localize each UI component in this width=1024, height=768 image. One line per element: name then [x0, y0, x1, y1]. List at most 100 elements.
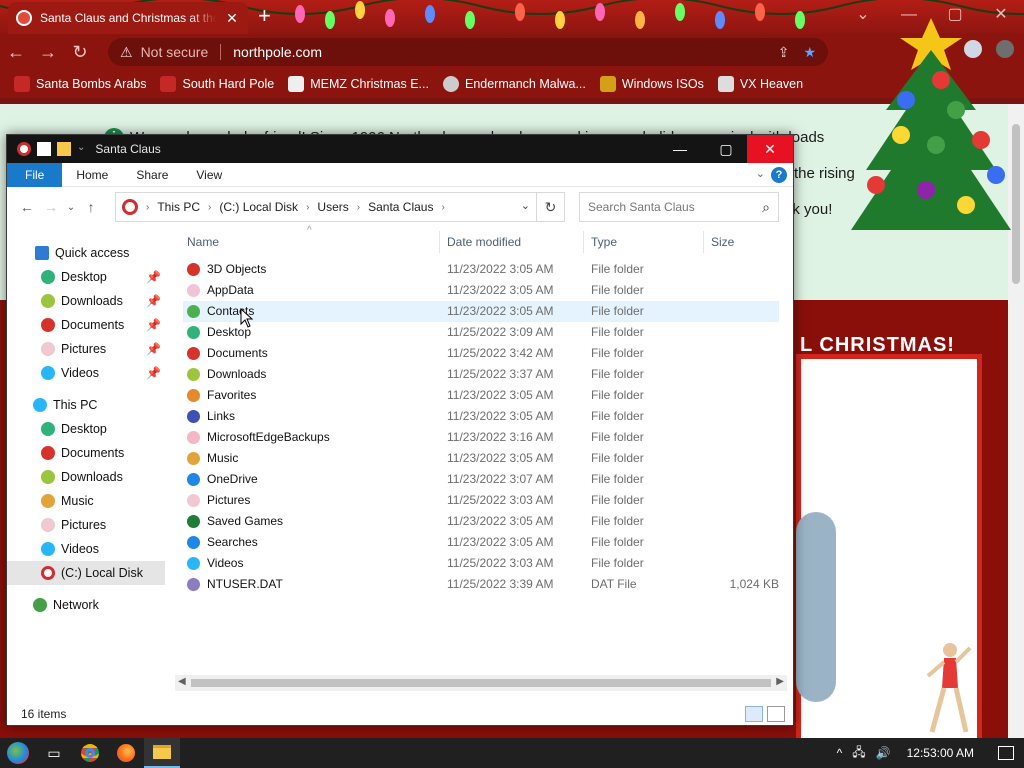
file-row[interactable]: MicrosoftEdgeBackups 11/23/2022 3:16 AM Fi… [183, 427, 779, 448]
nav-this-pc[interactable]: This PC [7, 393, 165, 417]
breadcrumb-separator-icon[interactable]: › [441, 202, 444, 213]
details-view-icon[interactable] [745, 706, 763, 722]
file-name[interactable]: Videos [207, 553, 243, 574]
large-icons-view-icon[interactable] [767, 706, 785, 722]
forward-arrow-icon[interactable]: → [39, 199, 63, 215]
nav-network[interactable]: Network [7, 593, 165, 617]
pin-icon[interactable]: 📌 [146, 366, 161, 380]
column-header-name[interactable]: Name [187, 227, 219, 257]
bookmark-windows-isos[interactable]: Windows ISOs [599, 76, 704, 92]
file-name[interactable]: Downloads [207, 364, 266, 385]
file-name[interactable]: NTUSER.DAT [207, 574, 283, 595]
horizontal-scrollbar[interactable]: ◀ ▶ [175, 675, 787, 691]
column-header-date[interactable]: Date modified [447, 227, 521, 257]
scroll-left-icon[interactable]: ◀ [178, 676, 186, 687]
customize-chevron-icon[interactable]: ⌄ [77, 142, 85, 156]
ribbon-tab-view[interactable]: View [182, 163, 236, 187]
file-row[interactable]: OneDrive 11/23/2022 3:07 AM File folder [183, 469, 779, 490]
ribbon-tab-home[interactable]: Home [62, 163, 122, 187]
properties-icon[interactable] [37, 142, 51, 156]
file-row[interactable]: Contacts 11/23/2022 3:05 AM File folder [183, 301, 779, 322]
bookmark-south-hard-pole[interactable]: South Hard Pole [160, 76, 274, 92]
breadcrumb-separator-icon[interactable]: › [306, 202, 309, 213]
file-name[interactable]: 3D Objects [207, 259, 266, 280]
breadcrumb-santa-claus[interactable]: Santa Claus [368, 200, 433, 214]
file-row[interactable]: Searches 11/23/2022 3:05 AM File folder [183, 532, 779, 553]
file-explorer-taskbar-icon[interactable] [144, 738, 180, 768]
reload-icon[interactable]: ↻ [64, 42, 96, 63]
file-name[interactable]: Links [207, 406, 235, 427]
help-icon[interactable]: ? [771, 167, 787, 183]
warning-triangle-icon[interactable]: ⚠ [120, 44, 133, 61]
firefox-taskbar-icon[interactable] [108, 738, 144, 768]
new-folder-icon[interactable] [57, 142, 71, 156]
nav-quick-desktop[interactable]: Desktop 📌 [7, 265, 165, 289]
pin-icon[interactable]: 📌 [146, 270, 161, 284]
ribbon-tab-share[interactable]: Share [122, 163, 182, 187]
back-arrow-icon[interactable]: ← [0, 42, 32, 63]
file-row[interactable]: Downloads 11/25/2022 3:37 AM File folder [183, 364, 779, 385]
file-name[interactable]: Documents [207, 343, 268, 364]
file-name[interactable]: MicrosoftEdgeBackups [207, 427, 330, 448]
bookmark-vx-heaven[interactable]: VX Heaven [717, 76, 803, 92]
back-arrow-icon[interactable]: ← [15, 199, 39, 215]
nav-quick-videos[interactable]: Videos 📌 [7, 361, 165, 385]
file-name[interactable]: Favorites [207, 385, 256, 406]
file-row[interactable]: Links 11/23/2022 3:05 AM File folder [183, 406, 779, 427]
breadcrumb-separator-icon[interactable]: › [146, 202, 149, 213]
file-name[interactable]: Saved Games [207, 511, 283, 532]
refresh-icon[interactable]: ↻ [536, 193, 564, 221]
breadcrumb-separator-icon[interactable]: › [357, 202, 360, 213]
file-name[interactable]: AppData [207, 280, 254, 301]
bookmark-star-icon[interactable]: ★ [803, 44, 816, 61]
pin-icon[interactable]: 📌 [146, 342, 161, 356]
minimize-window-button[interactable]: — [657, 135, 703, 163]
column-divider[interactable] [439, 231, 440, 253]
close-window-button[interactable]: ✕ [747, 135, 793, 163]
search-icon[interactable]: ⌕ [762, 199, 770, 216]
file-name[interactable]: Pictures [207, 490, 250, 511]
file-row[interactable]: Documents 11/25/2022 3:42 AM File folder [183, 343, 779, 364]
nav-pc-music[interactable]: Music [7, 489, 165, 513]
start-button[interactable] [0, 738, 36, 768]
scroll-right-icon[interactable]: ▶ [776, 676, 784, 687]
chrome-taskbar-icon[interactable] [72, 738, 108, 768]
notifications-icon[interactable] [998, 746, 1014, 760]
bookmark-memz-christmas[interactable]: MEMZ Christmas E... [288, 76, 429, 92]
column-divider[interactable] [703, 231, 704, 253]
file-row[interactable]: Favorites 11/23/2022 3:05 AM File folder [183, 385, 779, 406]
nav-pc-local-disk[interactable]: (C:) Local Disk [7, 561, 165, 585]
tab-close-icon[interactable]: ✕ [224, 10, 240, 27]
new-tab-button[interactable]: + [258, 5, 271, 27]
breadcrumb-this-pc[interactable]: This PC [157, 200, 200, 214]
volume-icon[interactable]: 🔊 [876, 746, 891, 760]
scroll-thumb[interactable] [191, 679, 771, 687]
nav-quick-access[interactable]: Quick access [7, 241, 165, 265]
nav-quick-downloads[interactable]: Downloads 📌 [7, 289, 165, 313]
file-name[interactable]: OneDrive [207, 469, 258, 490]
column-header-size[interactable]: Size [711, 227, 734, 257]
nav-pc-downloads[interactable]: Downloads [7, 465, 165, 489]
share-icon[interactable]: ⇪ [778, 44, 790, 61]
file-row[interactable]: NTUSER.DAT 11/25/2022 3:39 AM DAT File 1,02… [183, 574, 779, 595]
clock[interactable]: 12:53:00 AM [907, 746, 974, 760]
task-view-icon[interactable]: ▭ [36, 738, 72, 768]
address-dropdown-chevron-icon[interactable]: ⌄ [521, 199, 530, 212]
up-arrow-icon[interactable]: ↑ [79, 199, 103, 215]
forward-arrow-icon[interactable]: → [32, 42, 64, 63]
url-text[interactable]: northpole.com [233, 44, 322, 60]
maximize-window-button[interactable]: ▢ [703, 135, 749, 163]
bookmark-santa-bombs-arabs[interactable]: Santa Bombs Arabs [14, 76, 146, 92]
file-name[interactable]: Music [207, 448, 238, 469]
bookmark-endermanch-malware[interactable]: Endermanch Malwa... [442, 76, 586, 92]
pin-icon[interactable]: 📌 [146, 294, 161, 308]
address-breadcrumb[interactable]: › This PC › (C:) Local Disk › Users › Sa… [115, 192, 565, 222]
file-row[interactable]: Videos 11/25/2022 3:03 AM File folder [183, 553, 779, 574]
nav-pc-desktop[interactable]: Desktop [7, 417, 165, 441]
recent-locations-chevron-icon[interactable]: ⌄ [63, 202, 79, 213]
file-row[interactable]: 3D Objects 11/23/2022 3:05 AM File folder [183, 259, 779, 280]
pin-icon[interactable]: 📌 [146, 318, 161, 332]
expand-ribbon-chevron-icon[interactable]: ⌄ [756, 167, 765, 180]
breadcrumb-separator-icon[interactable]: › [208, 202, 211, 213]
file-row[interactable]: Music 11/23/2022 3:05 AM File folder [183, 448, 779, 469]
